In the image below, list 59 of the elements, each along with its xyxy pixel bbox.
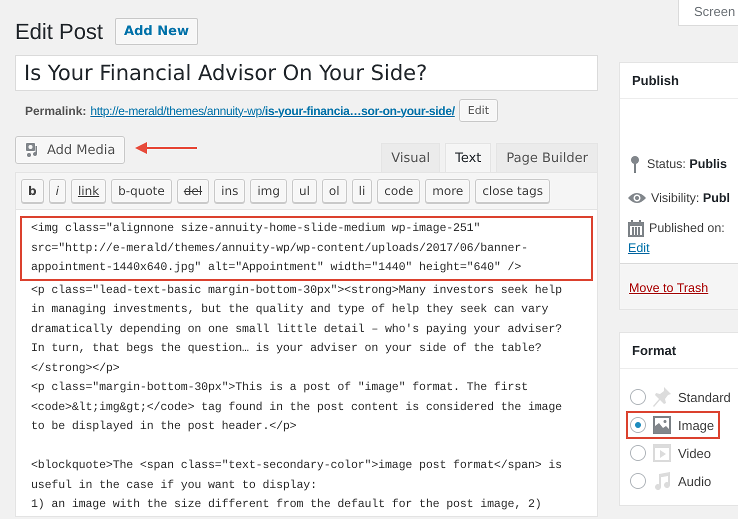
pushpin-icon [652,386,672,408]
add-new-button[interactable]: Add New [115,18,198,45]
code-line: <code>&lt;img&gt;</code> tag found in the post content is considered the image [31,400,563,416]
editor-tab[interactable]: Visual [381,143,440,172]
code-line: src="http://e-merald/themes/annuity-wp/wp-content/uploads/2017/06/banner- [31,240,529,256]
format-option-label[interactable]: Video [678,446,712,460]
panel-title: Format [620,333,738,369]
page-title: Edit Post [15,18,104,44]
editor-tab[interactable]: Text [445,143,492,172]
code-line: in managing investments, but the quality and type of help they seek can vary [31,302,550,318]
status-text: Status: Publis [647,157,727,171]
code-line: dramatically depending on one small little detail – who's paying your adviser? [31,322,563,338]
radio-button[interactable] [630,445,646,461]
video-icon [652,443,672,463]
radio-button[interactable] [630,417,646,433]
quicktag-button[interactable]: more [425,179,470,203]
quicktag-button[interactable]: b [21,179,44,203]
quicktag-button[interactable]: close tags [475,179,550,203]
status-text: Visibility: Publ [651,191,730,205]
editor-tab[interactable]: Page Builder [496,143,598,172]
quicktag-button[interactable]: del [176,179,210,203]
pin-icon [628,155,642,173]
quicktag-button[interactable]: b-quote [111,179,172,203]
code-line: <p class="lead-text-basic margin-bottom-30px"><strong>Many investors seek help [31,282,563,298]
permalink-link[interactable]: http://e-merald/themes/annuity-wp/is-your-financia…sor-on-your-side/ [90,104,455,118]
format-option-label[interactable]: Standard [678,390,731,404]
code-line: <blockquote>The <span class="text-secondary-color">image post format</span> is [31,458,563,474]
quicktag-button[interactable]: i [48,179,66,203]
code-line: appointment-1440x640.jpg" alt="Appointment" width="1440" height="640" /> [31,260,522,276]
edit-date-link[interactable]: Edit [628,241,650,255]
code-line: to be displayed in the post header.</p> [31,419,298,435]
quicktag-button[interactable]: link [70,179,106,203]
permalink-label: Permalink: [25,104,86,118]
code-line: <p class="margin-bottom-30px">This is a post of "image" format. The first [31,380,529,396]
quicktag-button[interactable]: img [250,179,287,203]
edit-permalink-button[interactable]: Edit [458,99,498,122]
radio-button[interactable] [630,473,646,489]
quicktag-button[interactable]: li [352,179,372,203]
quicktag-button[interactable]: ins [214,179,246,203]
status-text: Published on: [649,221,725,235]
radio-button[interactable] [630,389,646,405]
image-icon [652,415,672,435]
code-line: useful in the case if you want to display: [31,478,318,494]
screen-options-tab[interactable]: Screen [678,0,738,26]
code-line: <img class="alignnone size-annuity-home-slide-medium wp-image-251" [31,221,482,237]
quicktag-button[interactable]: code [377,179,420,203]
quicktag-button[interactable]: ol [322,179,347,203]
post-title-field[interactable]: Is Your Financial Advisor On Your Side? [15,55,598,91]
code-line: 1) an image with the size different from the default for the post image, 2) [31,497,543,513]
add-media-button[interactable]: Add Media [15,136,126,164]
eye-icon [628,192,646,204]
quicktag-button[interactable]: ul [292,179,317,203]
calendar-icon [628,220,644,236]
music-note-icon [652,471,672,491]
panel-title: Publish [620,63,738,99]
code-line: </strong></p> [31,360,120,376]
code-line: In turn, that begs the question… is your adviser on your side of the table? [31,341,543,357]
annotation-arrow [135,142,198,154]
format-option-label[interactable]: Audio [678,474,712,488]
